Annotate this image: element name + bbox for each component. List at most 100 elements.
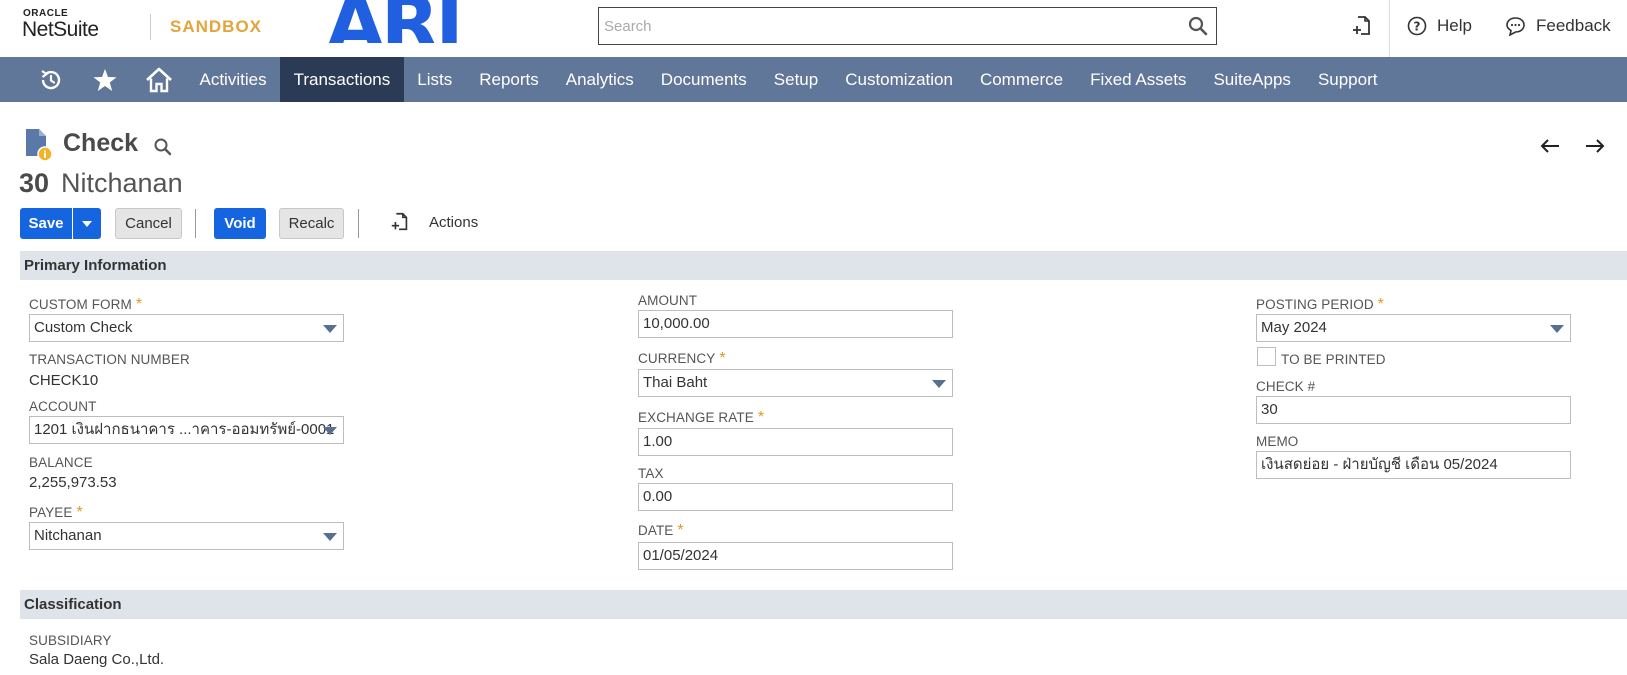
home-icon	[146, 67, 172, 92]
required-marker: *	[719, 350, 726, 367]
payee-select[interactable]: Nitchanan	[29, 522, 344, 550]
transaction-number-value: CHECK10	[29, 372, 99, 389]
primary-information-section[interactable]: Primary Information	[20, 251, 1627, 280]
posting-period-select[interactable]: May 2024	[1256, 314, 1571, 342]
currency-select[interactable]: Thai Baht	[638, 369, 953, 397]
memo-label: MEMO	[1256, 434, 1299, 449]
top-header: ORACLE NetSuite SANDBOX ARI ? Help Feedb…	[0, 0, 1627, 57]
button-divider	[195, 209, 196, 238]
recent-records-icon	[41, 69, 61, 89]
global-search	[598, 7, 1217, 45]
balance-value: 2,255,973.53	[29, 474, 117, 491]
required-marker: *	[76, 504, 83, 521]
currency-label: CURRENCY *	[638, 350, 726, 367]
payee-label: PAYEE *	[29, 504, 83, 521]
dropdown-caret-icon	[323, 533, 337, 541]
nav-activities[interactable]: Activities	[186, 57, 280, 102]
required-marker: *	[757, 409, 765, 426]
previous-record-button[interactable]	[1539, 134, 1561, 160]
feedback-icon	[1506, 17, 1525, 36]
balance-label: BALANCE	[29, 455, 93, 470]
nav-transactions[interactable]: Transactions	[280, 57, 404, 102]
feedback-label: Feedback	[1536, 16, 1611, 35]
help-label: Help	[1437, 16, 1472, 35]
main-navigation: Activities Transactions Lists Reports An…	[0, 57, 1627, 102]
search-input[interactable]	[599, 8, 1169, 44]
transaction-number-label: TRANSACTION NUMBER	[29, 352, 190, 367]
dropdown-caret-icon	[932, 380, 946, 388]
new-record-icon[interactable]	[1350, 14, 1374, 38]
amount-label: AMOUNT	[638, 293, 698, 308]
nav-reports[interactable]: Reports	[466, 57, 553, 102]
company-logo: ARI	[326, 0, 460, 43]
nav-customization[interactable]: Customization	[832, 57, 967, 102]
posting-period-label: POSTING PERIOD *	[1256, 296, 1384, 313]
dropdown-caret-icon	[323, 427, 337, 435]
help-icon: ?	[1407, 16, 1427, 36]
sandbox-badge: SANDBOX	[170, 17, 263, 36]
nav-setup[interactable]: Setup	[760, 57, 831, 102]
record-name: Nitchanan	[61, 168, 183, 198]
required-marker: *	[1377, 296, 1384, 313]
required-marker: *	[677, 522, 684, 539]
date-input[interactable]: 01/05/2024	[638, 542, 953, 570]
next-record-button[interactable]	[1584, 134, 1606, 160]
record-number: 30	[19, 168, 50, 198]
favorites-star-icon	[93, 68, 117, 91]
dropdown-caret-icon	[1550, 325, 1564, 333]
memo-input[interactable]: เงินสดย่อย - ฝ่ายบัญชี เดือน 05/2024	[1256, 451, 1571, 479]
svg-text:i: i	[43, 150, 46, 161]
record-search-icon[interactable]	[153, 137, 173, 157]
chevron-down-icon	[82, 220, 92, 227]
tax-label: TAX	[638, 466, 664, 481]
exchange-rate-input[interactable]: 1.00	[638, 428, 953, 456]
check-number-label: CHECK #	[1256, 379, 1316, 394]
svg-text:?: ?	[1414, 20, 1421, 34]
nav-commerce[interactable]: Commerce	[966, 57, 1076, 102]
recalc-button[interactable]: Recalc	[279, 208, 344, 239]
favorites-button[interactable]	[78, 57, 132, 102]
void-button[interactable]: Void	[214, 208, 266, 239]
exchange-rate-label: EXCHANGE RATE *	[638, 409, 765, 426]
feedback-link[interactable]: Feedback	[1505, 14, 1611, 38]
actions-label: Actions	[429, 213, 479, 231]
nav-suiteapps[interactable]: SuiteApps	[1200, 57, 1305, 102]
check-number-input[interactable]: 30	[1256, 396, 1571, 424]
nav-lists[interactable]: Lists	[404, 57, 466, 102]
account-label: ACCOUNT	[29, 399, 97, 414]
record-type-title: Check	[63, 129, 139, 157]
nav-documents[interactable]: Documents	[647, 57, 760, 102]
home-button[interactable]	[132, 57, 186, 102]
logo-divider	[150, 14, 151, 40]
custom-form-select[interactable]: Custom Check	[29, 314, 344, 342]
nav-analytics[interactable]: Analytics	[552, 57, 647, 102]
nav-fixed-assets[interactable]: Fixed Assets	[1077, 57, 1200, 102]
search-icon[interactable]	[1188, 16, 1208, 36]
header-divider	[1389, 0, 1390, 57]
amount-input[interactable]: 10,000.00	[638, 310, 953, 338]
save-options-dropdown[interactable]	[73, 208, 101, 239]
help-link[interactable]: ? Help	[1407, 14, 1472, 38]
arrow-right-icon	[1586, 139, 1605, 153]
subsidiary-label: SUBSIDIARY	[29, 633, 112, 648]
dropdown-caret-icon	[323, 325, 337, 333]
button-divider	[358, 209, 359, 238]
account-select[interactable]: 1201 เงินฝากธนาคาร ...าคาร-ออมทรัพย์-000…	[29, 416, 344, 444]
check-record-icon: i	[26, 129, 52, 162]
to-be-printed-label: TO BE PRINTED	[1281, 352, 1386, 367]
save-button[interactable]: Save	[20, 208, 72, 239]
actions-menu[interactable]: Actions	[389, 211, 478, 233]
recent-records-button[interactable]	[24, 57, 78, 102]
actions-icon	[391, 212, 408, 231]
required-marker: *	[135, 296, 143, 313]
netsuite-logo-text[interactable]: NetSuite	[22, 18, 99, 42]
subsidiary-value: Sala Daeng Co.,Ltd.	[29, 651, 165, 668]
date-label: DATE *	[638, 522, 684, 539]
cancel-button[interactable]: Cancel	[115, 208, 182, 239]
classification-section[interactable]: Classification	[20, 590, 1627, 619]
to-be-printed-checkbox[interactable]	[1257, 347, 1276, 366]
arrow-left-icon	[1540, 139, 1559, 153]
tax-input[interactable]: 0.00	[638, 483, 953, 511]
custom-form-label: CUSTOM FORM *	[29, 296, 143, 313]
nav-support[interactable]: Support	[1304, 57, 1391, 102]
